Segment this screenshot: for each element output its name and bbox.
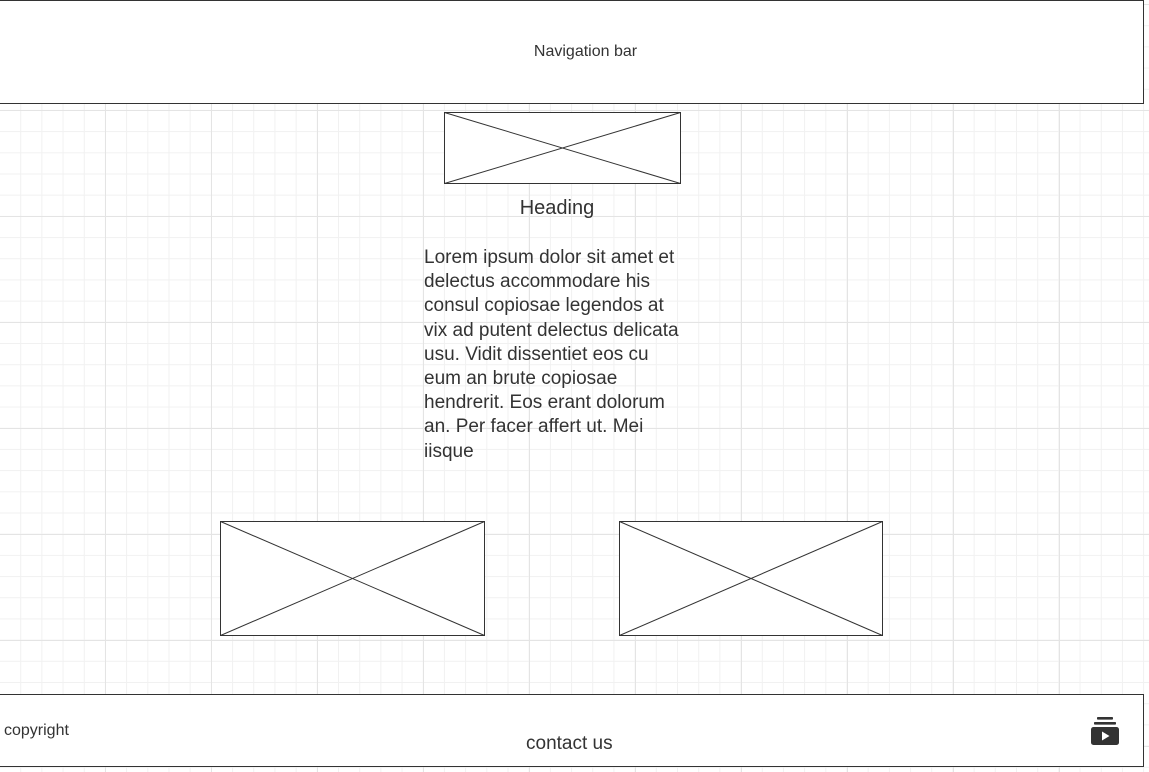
hero-heading: Heading — [519, 197, 595, 219]
gallery-image-placeholder-right — [619, 521, 883, 636]
hero-body-text: Lorem ipsum dolor sit amet et delectus a… — [424, 247, 679, 462]
video-playlist-icon[interactable] — [1089, 715, 1121, 747]
navigation-bar[interactable]: Navigation bar — [0, 0, 1144, 104]
gallery-image-placeholder-left — [220, 521, 485, 636]
copyright-text: copyright — [4, 722, 69, 739]
hero-image-placeholder — [444, 112, 681, 184]
navigation-bar-label: Navigation bar — [533, 43, 638, 60]
footer: copyright contact us — [0, 694, 1144, 767]
contact-us-link[interactable]: contact us — [526, 733, 613, 755]
